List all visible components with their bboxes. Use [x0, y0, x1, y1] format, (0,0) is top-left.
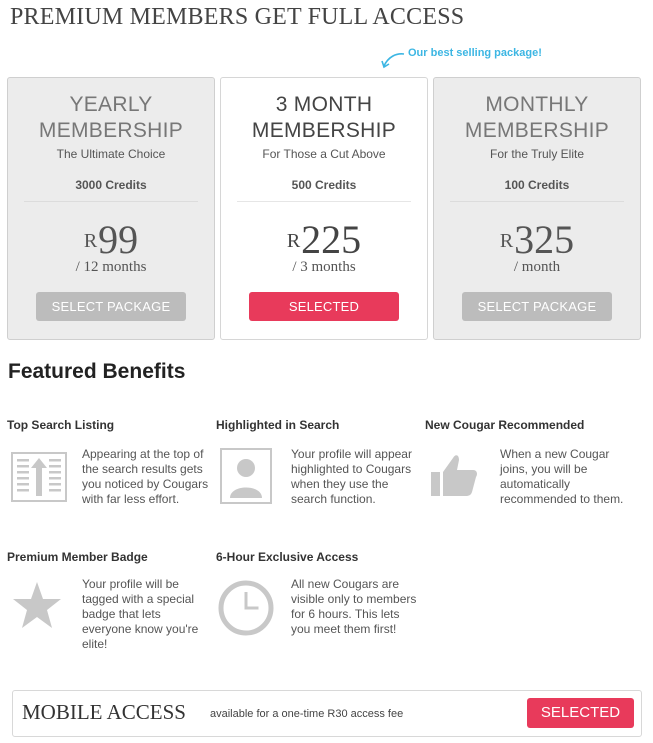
curved-arrow-icon [381, 53, 405, 69]
benefit-description: Appearing at the top of the search resul… [82, 447, 209, 506]
divider [24, 201, 198, 202]
package-title-line1: MONTHLY [485, 93, 589, 116]
top-listing-icon [11, 452, 67, 502]
package-credits: 3000 Credits [75, 178, 147, 192]
price-amount: 325 [514, 217, 575, 262]
price-amount: 99 [98, 217, 139, 262]
benefit-top-search-listing: Top Search Listing Appearing at the top … [7, 418, 212, 528]
benefit-title: 6-Hour Exclusive Access [216, 550, 359, 564]
profile-highlight-icon [220, 448, 272, 504]
benefit-new-cougar-recommended: New Cougar Recommended When a new Cougar… [425, 418, 630, 528]
star-icon [13, 582, 61, 628]
package-period: / 12 months [75, 259, 147, 275]
benefit-description: When a new Cougar joins, you will be aut… [500, 447, 624, 506]
package-title-line1: YEARLY [69, 93, 153, 116]
divider [237, 201, 411, 202]
clock-icon [218, 580, 274, 636]
benefit-highlighted-in-search: Highlighted in Search Your profile will … [216, 418, 421, 528]
benefits-heading: Featured Benefits [8, 360, 186, 383]
benefit-description: All new Cougars are visible only to memb… [291, 577, 417, 636]
divider [450, 201, 624, 202]
package-card-3-month: 3 MONTH MEMBERSHIP For Those a Cut Above… [220, 77, 428, 340]
benefit-6-hour-exclusive-access: 6-Hour Exclusive Access All new Cougars … [216, 550, 421, 660]
page-title: PREMIUM MEMBERS GET FULL ACCESS [10, 4, 465, 30]
package-credits: 100 Credits [504, 178, 570, 192]
benefit-title: Top Search Listing [7, 418, 115, 432]
package-title-line2: MEMBERSHIP [251, 119, 397, 142]
package-card-yearly: YEARLY MEMBERSHIP The Ultimate Choice 30… [7, 77, 215, 340]
package-period: / month [513, 259, 561, 275]
benefit-title: Highlighted in Search [216, 418, 340, 432]
mobile-access-selected-button[interactable]: SELECTED [527, 698, 634, 728]
package-price: R225 [221, 216, 427, 263]
price-currency: R [83, 230, 98, 252]
mobile-access-panel: MOBILE ACCESS available for a one-time R… [12, 690, 642, 737]
thumbs-up-icon [431, 455, 477, 496]
benefit-title: New Cougar Recommended [425, 418, 585, 432]
package-title-line2: MEMBERSHIP [464, 119, 610, 142]
package-title-line2: MEMBERSHIP [38, 119, 184, 142]
selected-package-button[interactable]: SELECTED [249, 292, 399, 321]
price-currency: R [286, 230, 301, 252]
mobile-access-note: available for a one-time R30 access fee [210, 708, 404, 720]
price-amount: 225 [301, 217, 362, 262]
package-title: MONTHLY MEMBERSHIP [434, 92, 640, 144]
price-currency: R [499, 230, 514, 252]
package-title-line1: 3 MONTH [275, 93, 373, 116]
benefit-description: Your profile will be tagged with a speci… [82, 577, 199, 651]
package-period: / 3 months [292, 259, 356, 275]
package-card-monthly: MONTHLY MEMBERSHIP For the Truly Elite 1… [433, 77, 641, 340]
select-package-button[interactable]: SELECT PACKAGE [36, 292, 186, 321]
package-subtitle: For Those a Cut Above [262, 147, 386, 161]
best-selling-note: Our best selling package! [408, 47, 542, 59]
package-title: 3 MONTH MEMBERSHIP [221, 92, 427, 144]
benefit-title: Premium Member Badge [7, 550, 148, 564]
package-credits: 500 Credits [291, 178, 357, 192]
package-subtitle: For the Truly Elite [489, 147, 585, 161]
mobile-access-title: MOBILE ACCESS [22, 700, 186, 724]
select-package-button[interactable]: SELECT PACKAGE [462, 292, 612, 321]
package-price: R325 [434, 216, 640, 263]
package-subtitle: The Ultimate Choice [56, 147, 166, 161]
package-price: R99 [8, 216, 214, 263]
benefit-description: Your profile will appear highlighted to … [291, 447, 412, 506]
package-title: YEARLY MEMBERSHIP [8, 92, 214, 144]
benefit-premium-member-badge: Premium Member Badge Your profile will b… [7, 550, 212, 660]
